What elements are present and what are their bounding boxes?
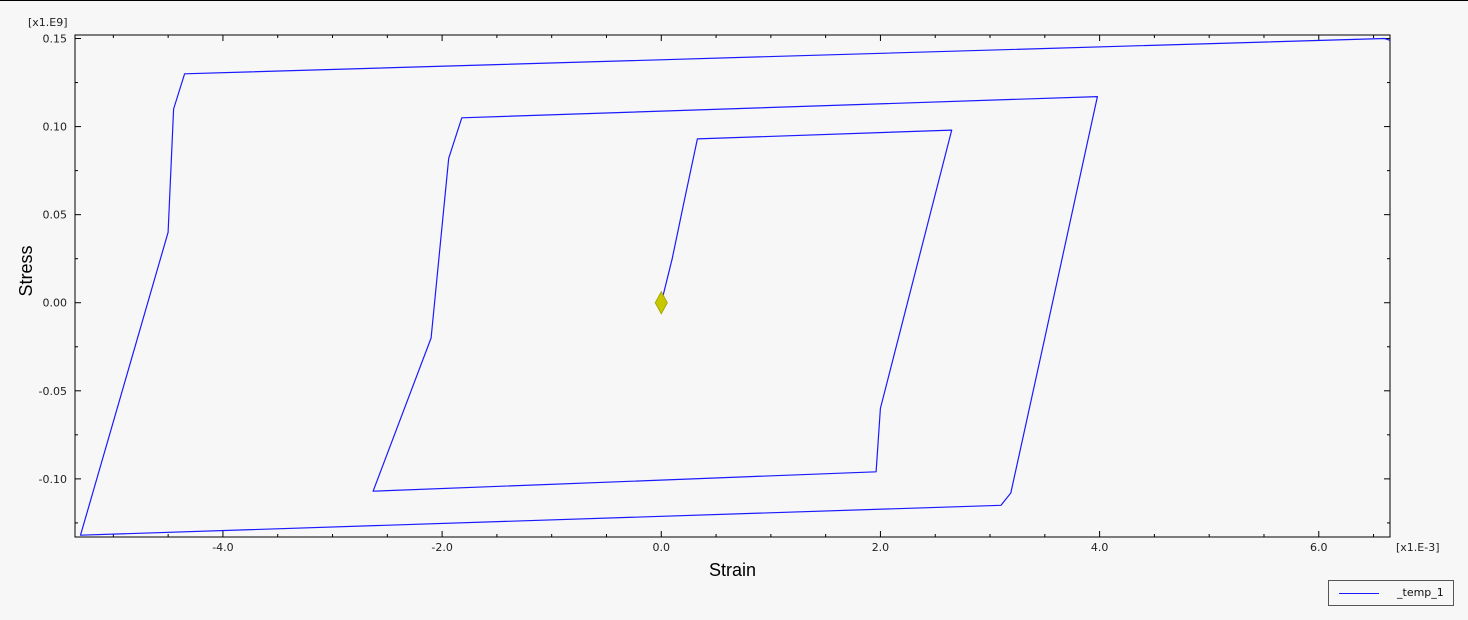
stress-strain-chart: -4.0 -2.0 0.0 2.0 4.0 6.0 -0.10 -0.05 0.00 0.05 0.… xyxy=(16,16,1440,580)
x-tick-label: 2.0 xyxy=(872,541,890,554)
x-tick-label: -2.0 xyxy=(431,541,452,554)
x-tick-label: 6.0 xyxy=(1310,541,1328,554)
y-tick-label: 0.10 xyxy=(43,121,68,134)
y-scale-label: [x1.E9] xyxy=(28,16,68,29)
plot-area xyxy=(74,34,1391,538)
x-axis-title: Strain xyxy=(709,560,756,580)
y-tick-label: -0.05 xyxy=(39,385,67,398)
legend-label: _temp_1 xyxy=(1397,586,1444,599)
x-scale-label: [x1.E-3] xyxy=(1396,541,1440,554)
x-tick-label: -4.0 xyxy=(212,541,233,554)
y-tick-label: 0.15 xyxy=(43,33,68,46)
legend[interactable]: _temp_1 xyxy=(1328,580,1454,606)
x-tick-label: 0.0 xyxy=(653,541,671,554)
y-tick-label: 0.00 xyxy=(43,297,68,310)
y-tick-label: -0.10 xyxy=(39,473,67,486)
y-axis-title: Stress xyxy=(16,245,36,296)
y-tick-label: 0.05 xyxy=(43,209,68,222)
legend-line-swatch xyxy=(1339,593,1379,594)
x-tick-label: 4.0 xyxy=(1091,541,1109,554)
